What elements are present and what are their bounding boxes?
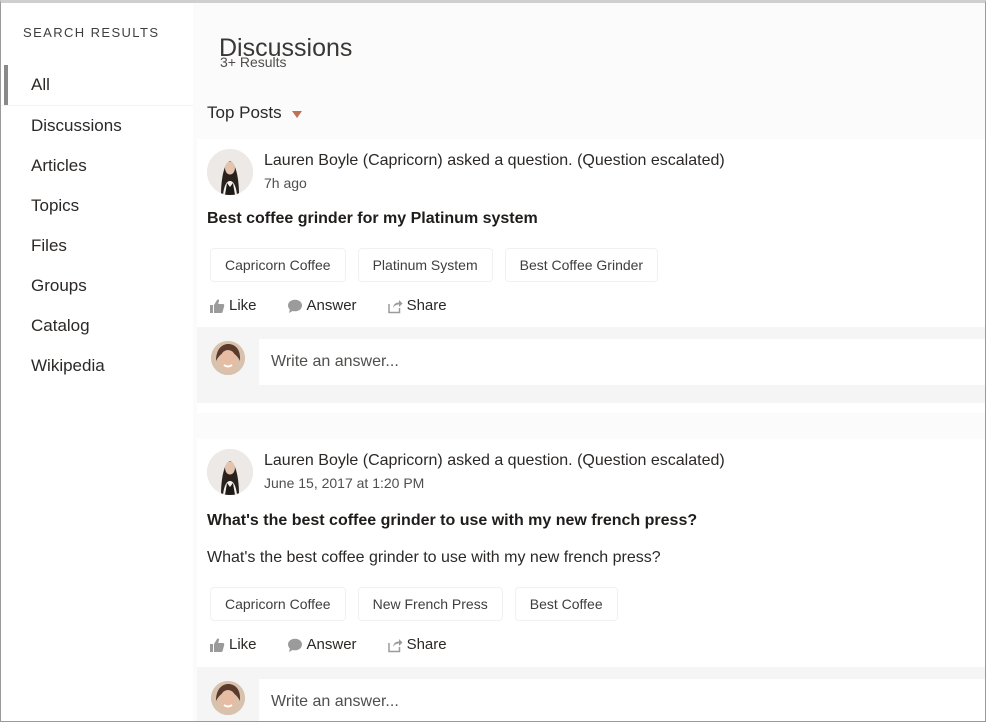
topic-tag[interactable]: Capricorn Coffee (211, 588, 345, 620)
author-avatar[interactable] (207, 149, 253, 195)
app-frame: SEARCH RESULTS All Discussions Articles … (0, 0, 986, 722)
post-title[interactable]: What's the best coffee grinder to use wi… (207, 512, 697, 530)
post-body: What's the best coffee grinder to use wi… (207, 549, 661, 566)
answer-button[interactable]: Answer (287, 297, 357, 314)
topic-tags: Capricorn Coffee Platinum System Best Co… (211, 249, 658, 281)
thumbs-up-icon (209, 637, 225, 653)
like-button[interactable]: Like (209, 297, 257, 314)
answer-input[interactable] (259, 679, 985, 721)
current-user-avatar (211, 681, 245, 715)
topic-tags: Capricorn Coffee New French Press Best C… (211, 588, 617, 620)
share-label: Share (406, 297, 447, 314)
answer-label: Answer (306, 297, 357, 314)
post-actions: Like Answer Share (209, 297, 447, 314)
sidebar-item-discussions[interactable]: Discussions (1, 106, 193, 146)
thumbs-up-icon (209, 298, 225, 314)
author-line[interactable]: Lauren Boyle (Capricorn) asked a questio… (264, 152, 725, 170)
answer-composer (197, 327, 985, 403)
sidebar-item-articles[interactable]: Articles (1, 146, 193, 186)
results-count: 3+ Results (220, 54, 287, 70)
answer-label: Answer (306, 636, 357, 653)
topic-tag[interactable]: Best Coffee Grinder (505, 249, 658, 281)
sort-dropdown[interactable]: Top Posts (207, 103, 302, 123)
topic-tag[interactable]: Platinum System (358, 249, 492, 281)
topic-tag[interactable]: Capricorn Coffee (211, 249, 345, 281)
results-main: Discussions 3+ Results Top Posts Lauren … (193, 3, 985, 721)
sidebar-item-files[interactable]: Files (1, 226, 193, 266)
share-button[interactable]: Share (387, 297, 447, 314)
post-title[interactable]: Best coffee grinder for my Platinum syst… (207, 210, 538, 228)
post-timestamp: June 15, 2017 at 1:20 PM (264, 475, 425, 491)
sidebar-item-wikipedia[interactable]: Wikipedia (1, 346, 193, 386)
current-user-avatar (211, 341, 245, 375)
share-button[interactable]: Share (387, 636, 447, 653)
topic-tag[interactable]: Best Coffee (515, 588, 617, 620)
feed-post: Lauren Boyle (Capricorn) asked a questio… (197, 139, 985, 413)
post-timestamp: 7h ago (264, 175, 307, 191)
sidebar-item-groups[interactable]: Groups (1, 266, 193, 306)
feed-post: Lauren Boyle (Capricorn) asked a questio… (197, 439, 985, 721)
caret-down-icon (291, 111, 302, 118)
speech-bubble-icon (287, 298, 303, 314)
like-button[interactable]: Like (209, 636, 257, 653)
topic-tag[interactable]: New French Press (358, 588, 502, 620)
sidebar-item-topics[interactable]: Topics (1, 186, 193, 226)
share-icon (387, 637, 403, 653)
author-avatar[interactable] (207, 449, 253, 495)
like-label: Like (229, 297, 257, 314)
search-results-sidebar: SEARCH RESULTS All Discussions Articles … (1, 3, 193, 721)
share-label: Share (406, 636, 447, 653)
post-actions: Like Answer Share (209, 636, 447, 653)
answer-button[interactable]: Answer (287, 636, 357, 653)
sidebar-item-all[interactable]: All (1, 65, 193, 106)
answer-input[interactable] (259, 339, 985, 385)
share-icon (387, 298, 403, 314)
sidebar-heading: SEARCH RESULTS (23, 25, 160, 40)
like-label: Like (229, 636, 257, 653)
sidebar-nav: All Discussions Articles Topics Files Gr… (1, 65, 193, 386)
author-line[interactable]: Lauren Boyle (Capricorn) asked a questio… (264, 452, 725, 470)
answer-composer (197, 667, 985, 721)
speech-bubble-icon (287, 637, 303, 653)
sort-label: Top Posts (207, 103, 282, 122)
sidebar-item-catalog[interactable]: Catalog (1, 306, 193, 346)
